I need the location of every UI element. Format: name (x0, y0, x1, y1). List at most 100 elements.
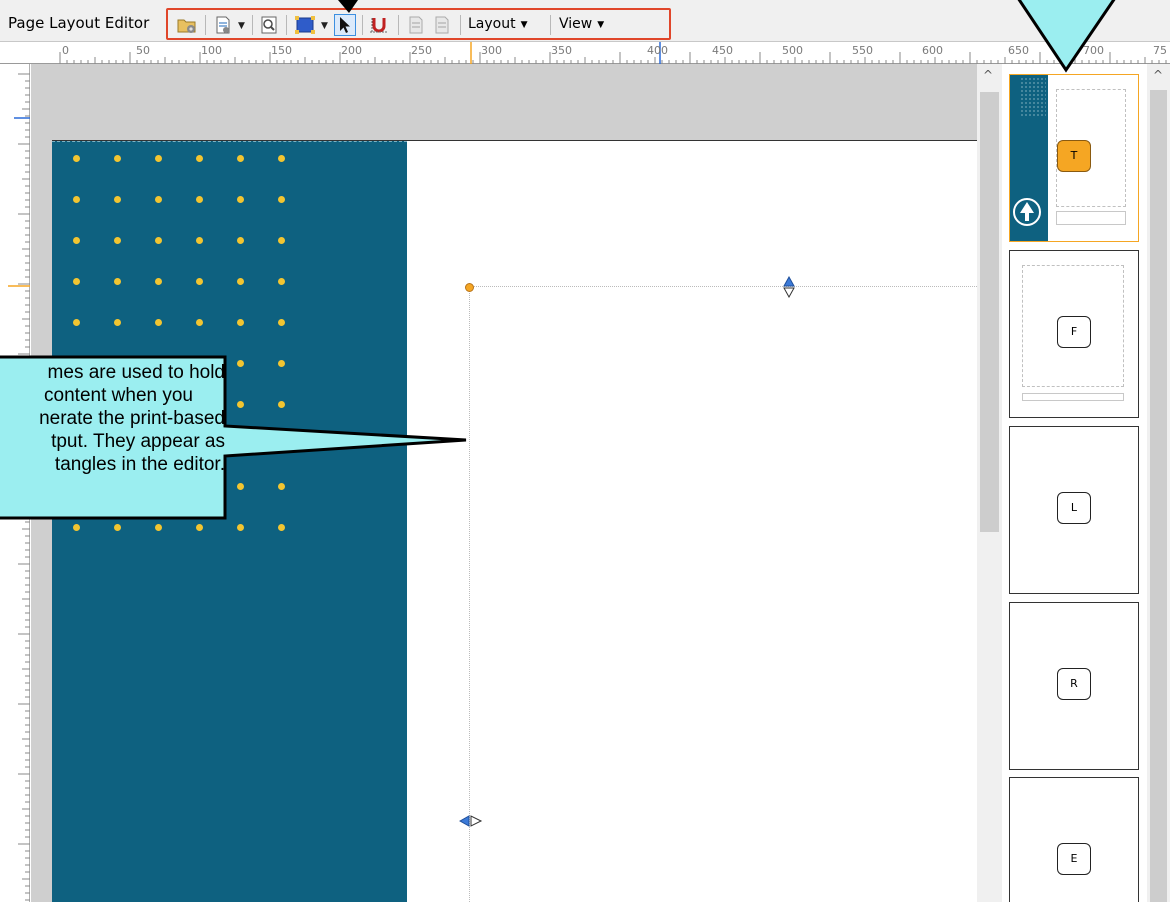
cover-dot (196, 319, 203, 326)
cover-dot (278, 155, 285, 162)
cover-dot (237, 360, 244, 367)
canvas-scrollbar[interactable]: ^ (977, 64, 1002, 902)
thumbnail-footer (1056, 211, 1126, 225)
content-frame[interactable] (469, 286, 977, 902)
ruler-label: 150 (271, 44, 292, 57)
ruler-label: 75 (1153, 44, 1167, 57)
thumbnail-empty-page[interactable]: E (1009, 777, 1139, 902)
cover-dot (73, 155, 80, 162)
send-backward-icon[interactable] (432, 14, 452, 36)
thumbnail-first-page[interactable]: F (1009, 250, 1139, 418)
open-folder-icon[interactable] (176, 14, 198, 36)
thumbnail-badge: E (1057, 843, 1091, 875)
callout-line: mes are used to hold (47, 362, 225, 383)
cover-dot (114, 237, 121, 244)
view-menu-label: View (559, 16, 593, 32)
ruler-label: 250 (411, 44, 432, 57)
scroll-up-icon[interactable]: ^ (983, 68, 993, 82)
preview-icon[interactable] (259, 14, 279, 36)
chevron-down-icon[interactable]: ▼ (238, 21, 245, 31)
cover-dot (196, 524, 203, 531)
magnet-snap-icon[interactable] (368, 14, 390, 36)
thumbnail-scrollbar[interactable]: ^ (1147, 64, 1170, 902)
cover-dot (237, 524, 244, 531)
thumbnail-title-page[interactable]: T (1009, 74, 1139, 242)
ruler-label: 500 (782, 44, 803, 57)
cover-dot (155, 278, 162, 285)
ruler-label: 350 (551, 44, 572, 57)
cover-dot (278, 360, 285, 367)
view-menu[interactable]: View ▼ (559, 16, 604, 32)
cover-dot (114, 155, 121, 162)
cover-dot (155, 524, 162, 531)
cover-dot (196, 155, 203, 162)
toolbar-separator (398, 15, 399, 35)
thumbnail-scrollbar-thumb[interactable] (1150, 90, 1167, 902)
ruler-label: 550 (852, 44, 873, 57)
tree-logo-icon (1013, 198, 1041, 226)
callout-text: mes are used to hold content when you ne… (0, 361, 225, 476)
cover-dot (237, 319, 244, 326)
editor-toolbar: Page Layout Editor ▼ ▼ Layout ▼ View ▼ (0, 0, 1170, 42)
toolbar-highlight-box: ▼ ▼ Layout ▼ View ▼ (166, 8, 671, 40)
horizontal-ruler[interactable]: 0 50 100 150 200 250 300 350 400 450 500… (0, 42, 1170, 64)
layout-canvas[interactable] (31, 64, 977, 902)
cover-dot (114, 196, 121, 203)
ruler-label: 50 (136, 44, 150, 57)
cover-dot (278, 401, 285, 408)
cover-dot (114, 278, 121, 285)
ruler-label: 700 (1083, 44, 1104, 57)
layout-menu[interactable]: Layout ▼ (468, 16, 528, 32)
canvas-scrollbar-thumb[interactable] (980, 92, 999, 532)
cover-dot (278, 524, 285, 531)
cover-dot (278, 442, 285, 449)
frame-corner-handle[interactable] (465, 283, 474, 292)
frame-tool-icon[interactable] (294, 14, 316, 36)
cover-dot (114, 319, 121, 326)
vertical-resize-handle-icon[interactable] (782, 276, 796, 298)
page-template-icon[interactable] (213, 14, 233, 36)
thumbnail-cover-strip (1010, 75, 1048, 241)
ruler-label: 650 (1008, 44, 1029, 57)
chevron-down-icon: ▼ (597, 20, 605, 30)
cover-dot (237, 196, 244, 203)
toolbar-separator (460, 15, 461, 35)
pointer-icon[interactable] (334, 14, 356, 36)
cover-dot (114, 483, 121, 490)
thumbnail-badge: L (1057, 492, 1091, 524)
toolbar-separator (286, 15, 287, 35)
cover-dot (278, 319, 285, 326)
horizontal-resize-handle-icon[interactable] (459, 814, 483, 828)
cover-dot (237, 401, 244, 408)
bring-forward-icon[interactable] (406, 14, 426, 36)
cover-dot (196, 278, 203, 285)
thumbnail-right-page[interactable]: R (1009, 602, 1139, 770)
cover-dot (73, 196, 80, 203)
cover-dot (73, 319, 80, 326)
callout-line: tangles in the editor. (54, 454, 225, 475)
scroll-up-icon[interactable]: ^ (1153, 68, 1163, 82)
callout-line: content when you (44, 385, 193, 406)
layout-menu-label: Layout (468, 16, 516, 32)
cover-dot (73, 237, 80, 244)
ruler-label: 600 (922, 44, 943, 57)
cover-background-image[interactable] (52, 141, 407, 902)
chevron-down-icon: ▼ (520, 20, 528, 30)
ruler-label: 450 (712, 44, 733, 57)
page-sheet[interactable] (52, 140, 977, 902)
toolbar-separator (362, 15, 363, 35)
vertical-ruler[interactable] (0, 64, 30, 902)
thumbnail-badge: R (1057, 668, 1091, 700)
callout-line: tput. They appear as (51, 431, 225, 452)
thumbnail-left-page[interactable]: L (1009, 426, 1139, 594)
thumbnail-footer (1022, 393, 1124, 401)
cover-dot (155, 483, 162, 490)
ruler-label: 400 (647, 44, 668, 57)
cover-dot (237, 155, 244, 162)
ruler-ticks (59, 42, 1167, 64)
cover-dot (73, 278, 80, 285)
cover-dot (155, 319, 162, 326)
chevron-down-icon[interactable]: ▼ (321, 21, 328, 31)
thumbnail-badge: T (1057, 140, 1091, 172)
cover-dot (155, 155, 162, 162)
